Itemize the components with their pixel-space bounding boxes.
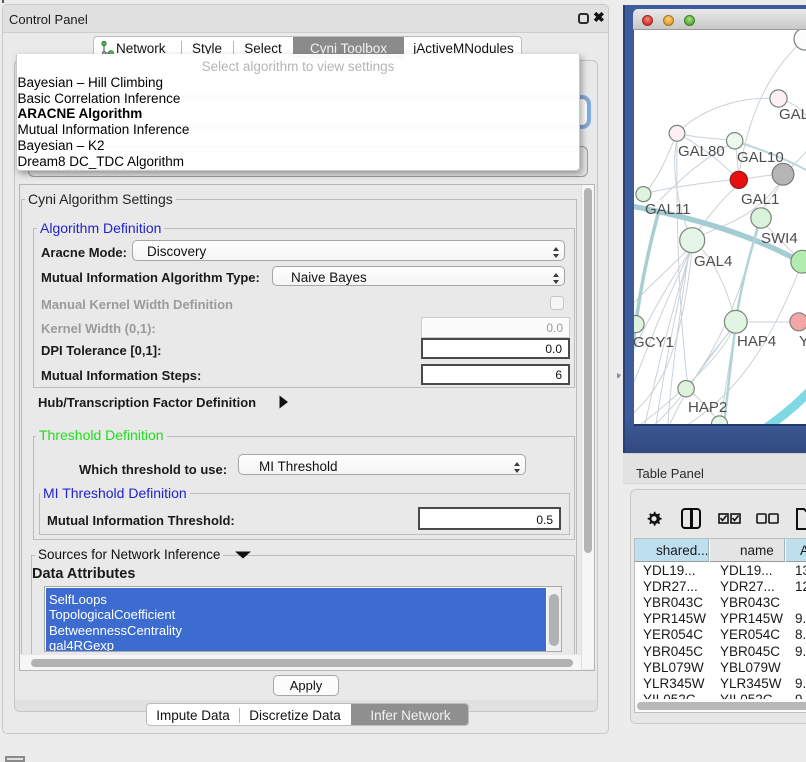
svg-text:HAP4: HAP4 (737, 333, 776, 350)
svg-text:GAL80: GAL80 (678, 143, 725, 160)
svg-text:HAP2: HAP2 (688, 399, 727, 416)
svg-text:SWI4: SWI4 (761, 230, 798, 247)
svg-text:GCY1: GCY1 (634, 334, 674, 351)
svg-text:GAL1: GAL1 (741, 191, 779, 208)
svg-text:Y: Y (799, 333, 806, 350)
svg-text:GAL4: GAL4 (694, 253, 732, 270)
svg-text:GAL10: GAL10 (737, 149, 784, 166)
svg-text:GAL: GAL (779, 106, 806, 123)
svg-text:GAL11: GAL11 (645, 201, 691, 218)
